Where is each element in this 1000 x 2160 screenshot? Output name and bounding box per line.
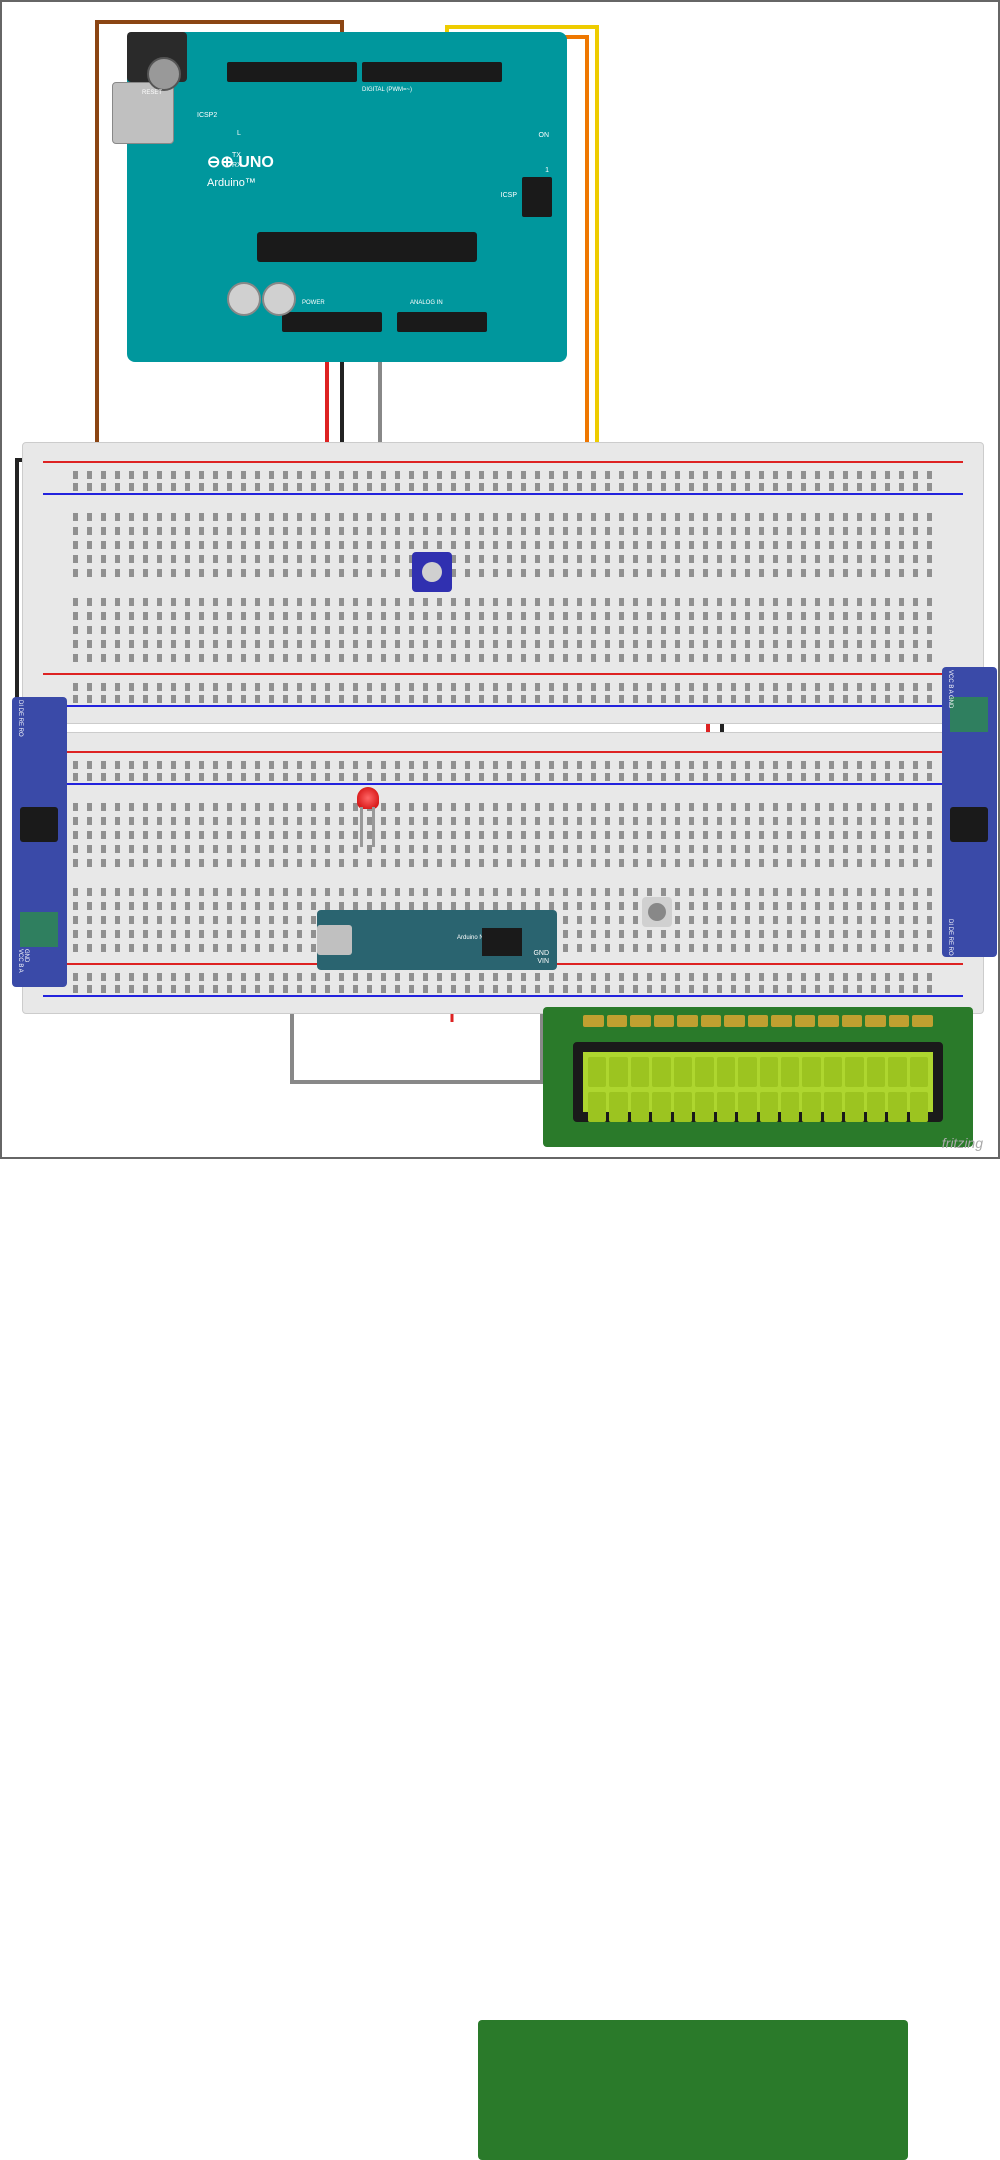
uno-icsp2-label: ICSP2 — [197, 112, 217, 119]
breadboard-bottom — [22, 732, 984, 1014]
uno-reset-button — [147, 57, 181, 91]
arduino-uno-board: ⊖⊕ UNO Arduino™ RESET ON ICSP2 ICSP 1 L … — [127, 32, 567, 362]
fritzing-credit: fritzing — [942, 1135, 983, 1151]
pot1-knob — [422, 562, 442, 582]
lcd-screen — [573, 1042, 943, 1122]
rs485-module-right: VCC B A GND DI DE RE RO — [942, 667, 997, 957]
uno-l-label: L — [237, 130, 241, 137]
rs485-module-left: DI DE RE RO VCC B A GND — [12, 697, 67, 987]
uno-atmega-chip — [257, 232, 477, 262]
circuit-diagram: ⊖⊕ UNO Arduino™ RESET ON ICSP2 ICSP 1 L … — [0, 0, 1000, 1159]
uno-analog-label: ANALOG IN — [410, 300, 443, 306]
nano-icsp — [482, 928, 522, 956]
uno-digital-label: DIGITAL (PWM=~) — [362, 87, 412, 93]
uno-on-label: ON — [539, 132, 550, 139]
rs485-left-terminal — [20, 912, 58, 947]
nano-gnd-label: GND — [533, 950, 549, 957]
potentiometer-2 — [642, 897, 672, 927]
uno-capacitor-2 — [262, 282, 296, 316]
lcd-pin-header — [583, 1015, 933, 1027]
potentiometer-1 — [412, 552, 452, 592]
rs485-right-terminal — [950, 697, 988, 732]
breadboard-top — [22, 442, 984, 724]
lcd-row-1 — [588, 1057, 928, 1087]
rs485-left-label-top: DI DE RE RO — [17, 700, 23, 737]
uno-icsp-header — [522, 177, 552, 217]
uno-rx-label: RX — [232, 162, 242, 169]
pot2-knob — [648, 903, 666, 921]
uno-capacitor-1 — [227, 282, 261, 316]
uno-icsp-label: ICSP — [501, 192, 517, 199]
uno-brand: Arduino™ — [207, 177, 256, 189]
uno-reset-label: RESET — [142, 90, 162, 96]
uno-power-label: POWER — [302, 300, 325, 306]
uno-pin1-label: 1 — [545, 167, 549, 174]
uno-header-analog — [397, 312, 487, 332]
uno-tx-label: TX — [232, 152, 241, 159]
lcd-16x2 — [543, 1007, 973, 1147]
rs485-right-label-bot: DI DE RE RO — [947, 919, 953, 956]
rs485-left-label-bot: VCC B A GND — [17, 949, 29, 987]
uno-header-power — [282, 312, 382, 332]
nano-vin-label: VIN — [537, 958, 549, 965]
rs485-right-chip — [950, 807, 988, 842]
red-led — [357, 787, 379, 809]
nano-usb-port — [317, 925, 352, 955]
uno-header-top-right — [362, 62, 502, 82]
rs485-right-label-top: VCC B A GND — [947, 670, 953, 708]
rs485-left-chip — [20, 807, 58, 842]
uno-header-top-left — [227, 62, 357, 82]
led-leg-2 — [372, 807, 375, 847]
arduino-nano-board: Arduino Nano 2.3 GND VIN — [317, 910, 557, 970]
lcd-row-2 — [588, 1092, 928, 1122]
led-leg-1 — [360, 807, 363, 847]
